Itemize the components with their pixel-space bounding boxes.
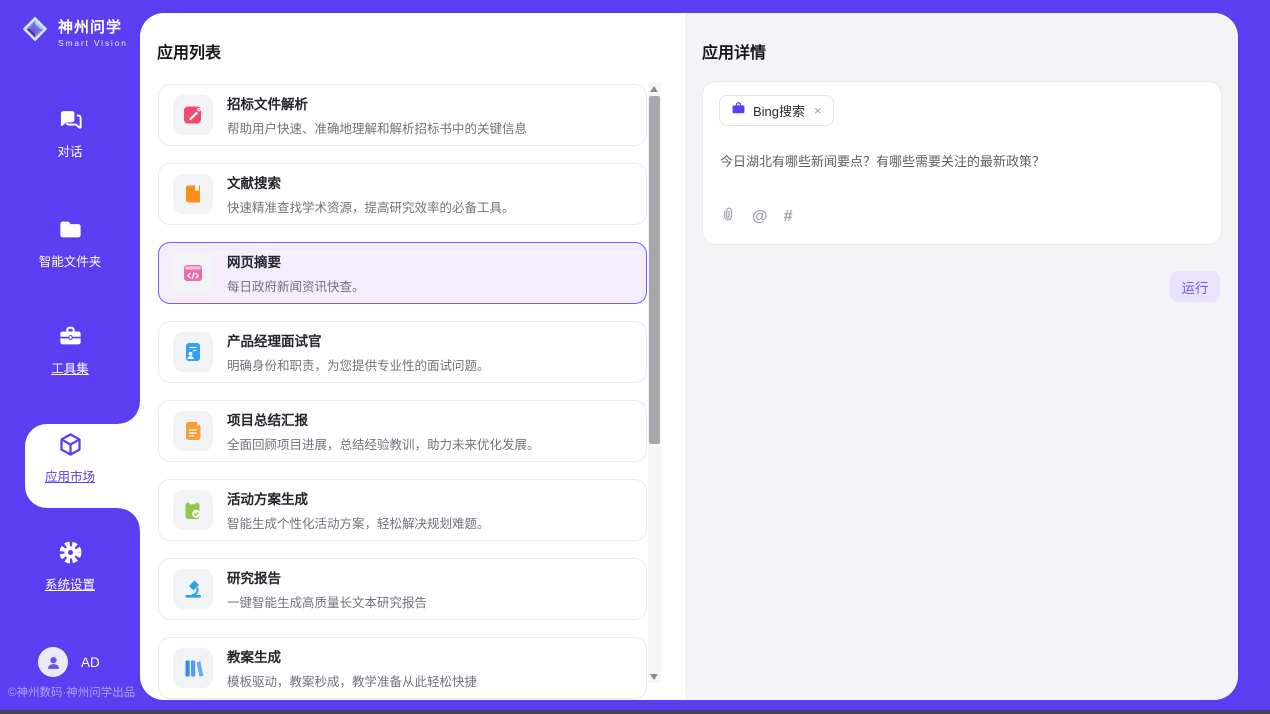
cube-icon	[0, 431, 140, 461]
copyright-footer: ©神州数码·神州问学出品	[8, 684, 135, 700]
bottom-divider	[0, 710, 1270, 714]
app-card-desc: 帮助用户快速、准确地理解和解析招标书中的关键信息	[227, 118, 527, 137]
clipboard-check-icon	[173, 490, 213, 530]
app-detail-panel: 应用详情 Bing搜索 × 今日湖北有哪些新闻要点？有哪些需要关注的最新政策？	[685, 13, 1238, 700]
query-text[interactable]: 今日湖北有哪些新闻要点？有哪些需要关注的最新政策？	[720, 152, 1201, 172]
brand-subtitle: Smart Vision	[58, 38, 128, 48]
microscope-icon	[173, 569, 213, 609]
run-button[interactable]: 运行	[1170, 271, 1220, 302]
app-card-title: 项目总结汇报	[227, 409, 540, 429]
app-card-desc: 每日政府新闻资讯快查。	[227, 276, 365, 295]
app-list-title: 应用列表	[157, 39, 221, 63]
input-toolbar: @ #	[720, 206, 793, 228]
hash-icon[interactable]: #	[784, 208, 793, 226]
brand-name: 神州问学	[58, 16, 128, 37]
app-card-title: 产品经理面试官	[227, 330, 490, 350]
app-card-title: 文献搜索	[227, 172, 515, 192]
app-card[interactable]: 活动方案生成 智能生成个性化活动方案，轻松解决规划难题。	[158, 479, 647, 541]
at-icon[interactable]: @	[752, 208, 768, 226]
sidebar-item-4[interactable]: 应用市场	[0, 431, 140, 486]
scrollbar[interactable]	[648, 83, 661, 683]
avatar[interactable]	[38, 647, 68, 677]
app-card[interactable]: 招标文件解析 帮助用户快速、准确地理解和解析招标书中的关键信息	[158, 84, 647, 146]
diamond-logo-icon	[20, 14, 50, 49]
gear-icon	[0, 539, 140, 569]
app-card-desc: 一键智能生成高质量长文本研究报告	[227, 592, 427, 611]
toolbox-icon	[0, 323, 140, 353]
scroll-down-icon[interactable]	[650, 674, 658, 680]
brand-logo: 神州问学 Smart Vision	[20, 14, 128, 49]
app-card-desc: 全面回顾项目进展，总结经验教训，助力未来优化发展。	[227, 434, 540, 453]
app-card-desc: 明确身份和职责，为您提供专业性的面试问题。	[227, 355, 490, 374]
person-doc-icon	[173, 332, 213, 372]
sidebar-item-5[interactable]: 系统设置	[0, 539, 140, 594]
app-card-title: 教案生成	[227, 646, 477, 666]
scroll-up-icon[interactable]	[650, 86, 658, 92]
sidebar: 神州问学 Smart Vision 对话 智能文件夹 工具集 应用市场 系统设置	[0, 0, 140, 714]
note-icon	[173, 411, 213, 451]
paperclip-icon[interactable]	[720, 206, 736, 228]
app-card-title: 研究报告	[227, 567, 427, 587]
scrollbar-thumb[interactable]	[649, 96, 660, 444]
app-card-desc: 模板驱动，教案秒成，教学准备从此轻松快捷	[227, 671, 477, 690]
briefcase-icon	[731, 101, 746, 121]
app-card-desc: 智能生成个性化活动方案，轻松解决规划难题。	[227, 513, 490, 532]
close-icon[interactable]: ×	[814, 103, 822, 118]
app-card[interactable]: 产品经理面试官 明确身份和职责，为您提供专业性的面试问题。	[158, 321, 647, 383]
detail-card: Bing搜索 × 今日湖北有哪些新闻要点？有哪些需要关注的最新政策？ @ #	[702, 81, 1222, 245]
bing-search-tag[interactable]: Bing搜索 ×	[719, 95, 834, 126]
main-content: 应用列表 招标文件解析 帮助用户快速、准确地理解和解析招标书中的关键信息 文献搜…	[140, 13, 1238, 700]
sidebar-item-2[interactable]: 智能文件夹	[0, 216, 140, 271]
tag-label: Bing搜索	[753, 101, 805, 120]
app-card[interactable]: 文献搜索 快速精准查找学术资源，提高研究效率的必备工具。	[158, 163, 647, 225]
app-card-title: 网页摘要	[227, 251, 365, 271]
browser-icon	[173, 253, 213, 293]
folder-icon	[0, 216, 140, 246]
app-card[interactable]: 研究报告 一键智能生成高质量长文本研究报告	[158, 558, 647, 620]
user-initials: AD	[81, 655, 100, 670]
app-card[interactable]: 项目总结汇报 全面回顾项目进展，总结经验教训，助力未来优化发展。	[158, 400, 647, 462]
app-card-desc: 快速精准查找学术资源，提高研究效率的必备工具。	[227, 197, 515, 216]
books-icon	[173, 648, 213, 688]
app-card-title: 招标文件解析	[227, 93, 527, 113]
app-card[interactable]: 教案生成 模板驱动，教案秒成，教学准备从此轻松快捷	[158, 637, 647, 699]
edit-doc-icon	[173, 95, 213, 135]
person-icon	[44, 653, 63, 672]
app-card-title: 活动方案生成	[227, 488, 490, 508]
app-card[interactable]: 网页摘要 每日政府新闻资讯快查。	[158, 242, 647, 304]
app-cards: 招标文件解析 帮助用户快速、准确地理解和解析招标书中的关键信息 文献搜索 快速精…	[158, 84, 647, 700]
sidebar-item-1[interactable]: 对话	[0, 106, 140, 161]
book-icon	[173, 174, 213, 214]
app-detail-title: 应用详情	[702, 39, 766, 63]
app-list-panel: 应用列表 招标文件解析 帮助用户快速、准确地理解和解析招标书中的关键信息 文献搜…	[140, 13, 685, 700]
sidebar-item-3[interactable]: 工具集	[0, 323, 140, 378]
chat-icon	[0, 106, 140, 136]
user-row[interactable]: AD	[38, 647, 100, 677]
